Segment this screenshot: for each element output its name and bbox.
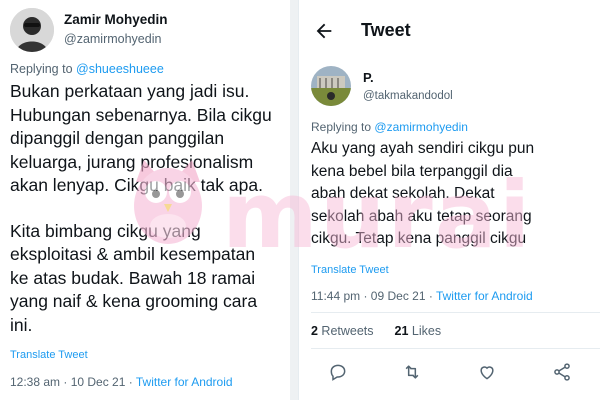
author-name[interactable]: Zamir Mohyedin <box>64 12 168 27</box>
tweet-line: eksploitasi & ambil kesempatan <box>10 244 256 264</box>
author-name[interactable]: P. <box>363 70 374 85</box>
reply-button[interactable] <box>327 361 349 383</box>
timestamp-text: 11:44 pm · 09 Dec 21 · <box>311 289 436 303</box>
retweets-label: Retweets <box>317 324 374 338</box>
replying-to-mention[interactable]: @shueeshueee <box>76 62 164 76</box>
replying-to-line: Replying to @zamirmohyedin <box>311 120 468 134</box>
translate-tweet-link[interactable]: Translate Tweet <box>311 264 389 276</box>
replying-label: Replying to <box>10 62 73 76</box>
retweet-button[interactable] <box>401 361 423 383</box>
likes-label: Likes <box>408 324 442 338</box>
tweet-line: cikgu. Tetap kena panggil cikgu <box>311 230 527 247</box>
author-handle[interactable]: @zamirmohyedin <box>64 32 161 46</box>
like-button[interactable] <box>476 361 498 383</box>
share-button[interactable] <box>551 361 573 383</box>
retweets-stat[interactable]: 2 Retweets <box>311 324 374 338</box>
divider <box>311 312 600 313</box>
timestamp-text: 12:38 am · 10 Dec 21 · <box>10 375 136 389</box>
author-handle[interactable]: @takmakandodol <box>363 90 453 102</box>
tweet-timestamp: 11:44 pm · 09 Dec 21 · Twitter for Andro… <box>311 289 533 303</box>
back-arrow-icon <box>316 23 332 39</box>
tweet-line: ke atas budak. Bawah 18 ramai <box>10 267 256 288</box>
retweets-count: 2 <box>311 324 318 338</box>
tweet-line: yang naif & kena grooming cara <box>10 291 258 311</box>
tweet-line: dipanggil dengan panggilan <box>10 128 225 148</box>
back-button[interactable] <box>313 20 335 42</box>
replying-to-line: Replying to @shueeshueee <box>10 62 164 76</box>
tweet-line: akan lenyap. Cikgu baik tak apa. <box>10 175 263 195</box>
tweet-line: Bukan perkataan yang jadi isu. <box>10 81 250 101</box>
likes-stat[interactable]: 21 Likes <box>395 324 442 338</box>
tweet-line: abah dekat sekolah. Dekat <box>311 185 495 202</box>
tweet-line: sekolah abah aku tetap seorang <box>311 207 532 225</box>
like-icon <box>480 366 494 380</box>
share-icon <box>554 363 570 381</box>
p-avatar[interactable] <box>311 66 351 106</box>
tweet-line: ini. <box>10 314 33 335</box>
source-link[interactable]: Twitter for Android <box>436 289 533 303</box>
tweet-body: Aku yang ayah sendiri cikgu pun kena beb… <box>311 138 600 251</box>
source-link[interactable]: Twitter for Android <box>136 375 233 389</box>
tweet-line: keluarga, jurang profesionalism <box>10 151 254 172</box>
likes-count: 21 <box>394 324 409 338</box>
replying-to-mention[interactable]: @zamirmohyedin <box>374 120 468 134</box>
left-tweet-panel: Zamir Mohyedin @zamirmohyedin Replying t… <box>0 0 290 400</box>
tweet-line: Kita bimbang cikgu yang <box>10 220 201 241</box>
tweet-body: Bukan perkataan yang jadi isu. Hubungan … <box>10 80 290 337</box>
tweet-line: Hubungan sebenarnya. Bila cikgu <box>10 104 272 125</box>
right-tweet-panel: Tweet P. @takmakandodol Replying to @zam… <box>298 0 600 400</box>
tweet-line: kena bebel bila terpanggil dia <box>311 162 513 180</box>
retweet-icon <box>405 365 419 379</box>
translate-tweet-link[interactable]: Translate Tweet <box>10 349 88 361</box>
reply-icon <box>330 364 346 381</box>
divider <box>311 348 600 349</box>
tweet-stats: 2 Retweets 21 Likes <box>311 324 441 338</box>
tweet-timestamp: 12:38 am · 10 Dec 21 · Twitter for Andro… <box>10 375 233 389</box>
replying-label: Replying to <box>311 120 372 134</box>
header-title: Tweet <box>361 20 411 40</box>
panel-gap <box>290 0 298 400</box>
zamir-avatar[interactable] <box>10 8 54 52</box>
tweet-line: Aku yang ayah sendiri cikgu pun <box>311 140 535 157</box>
